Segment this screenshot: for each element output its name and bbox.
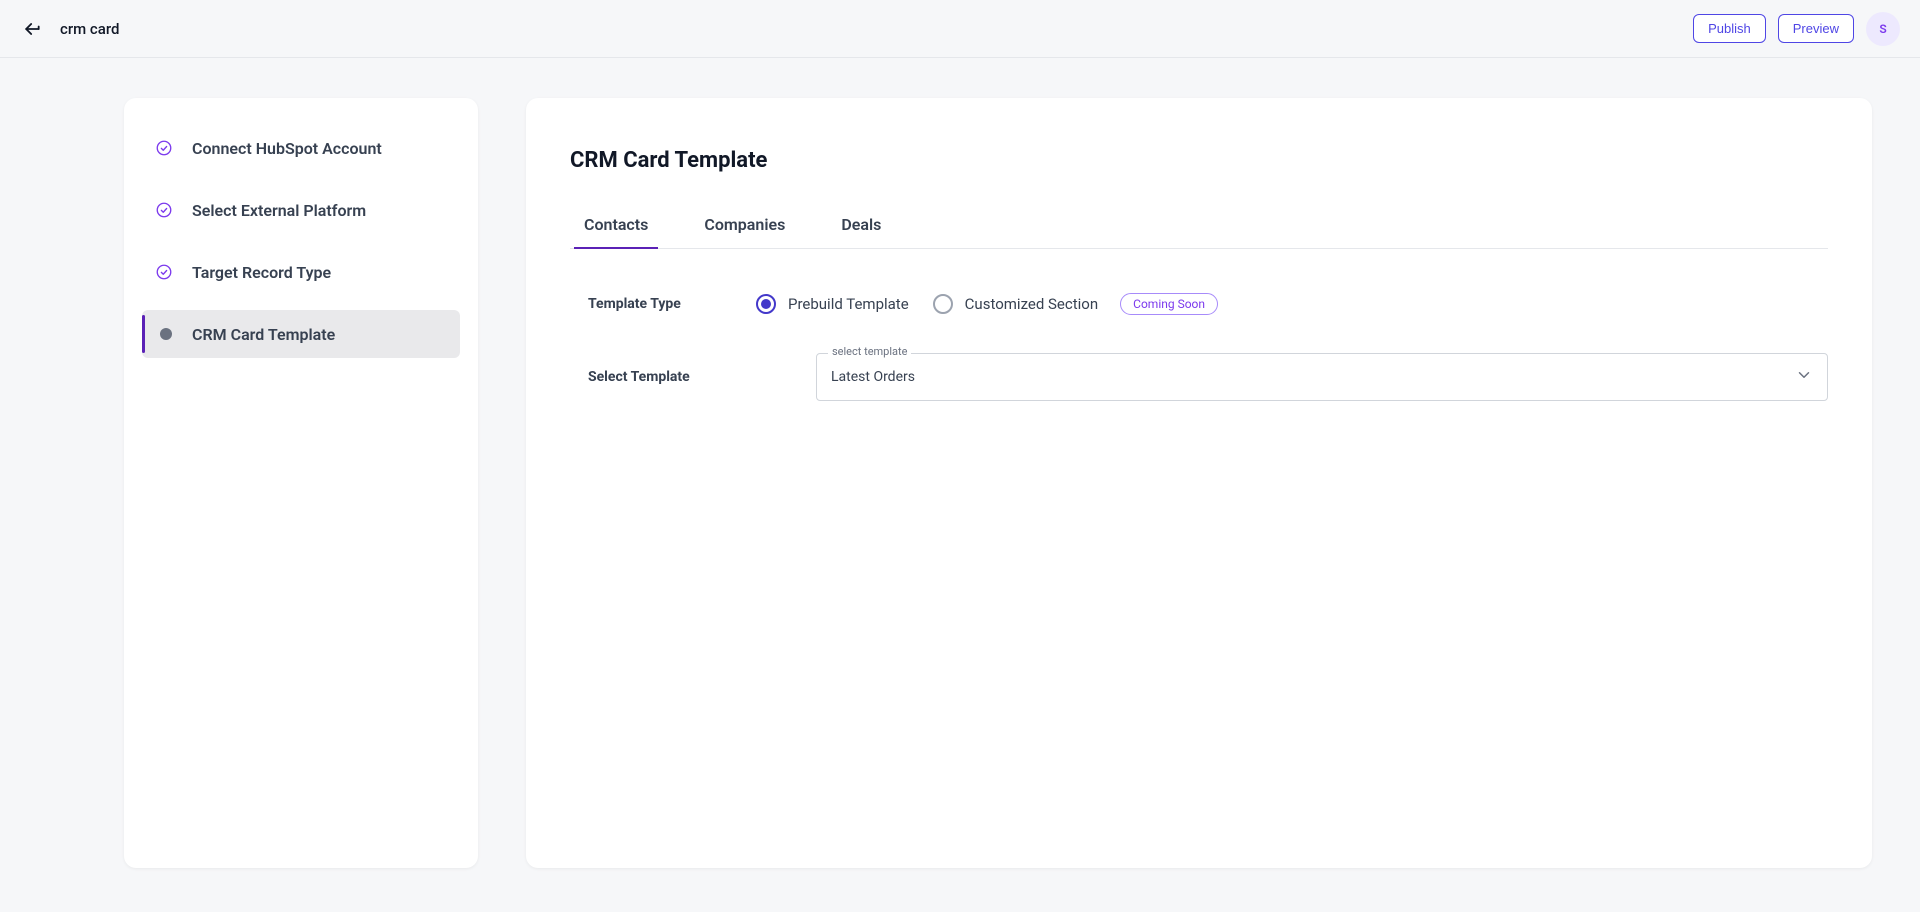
tabs: Contacts Companies Deals (570, 215, 1828, 249)
sidebar-item-label: Select External Platform (192, 201, 366, 220)
coming-soon-badge: Coming Soon (1120, 293, 1218, 315)
radio-customized-section[interactable]: Customized Section Coming Soon (933, 293, 1218, 315)
sidebar-item-label: Target Record Type (192, 263, 331, 282)
panel-title: CRM Card Template (570, 148, 1828, 173)
sidebar-item-target-record-type[interactable]: Target Record Type (142, 248, 460, 296)
template-type-label: Template Type (588, 296, 728, 312)
radio-prebuild-template[interactable]: Prebuild Template (756, 294, 909, 314)
sidebar-item-label: Connect HubSpot Account (192, 139, 382, 158)
template-type-radio-group: Prebuild Template Customized Section Com… (756, 293, 1218, 315)
tab-companies[interactable]: Companies (700, 215, 789, 248)
app-header: crm card Publish Preview S (0, 0, 1920, 58)
select-template-row: Select Template select template Latest O… (570, 353, 1828, 401)
select-template-dropdown[interactable]: Latest Orders (816, 353, 1828, 401)
check-circle-icon (154, 262, 174, 282)
select-template-label: Select Template (588, 369, 728, 385)
select-template-wrapper: select template Latest Orders (816, 353, 1828, 401)
current-step-dot-icon (154, 324, 174, 344)
sidebar-item-label: CRM Card Template (192, 325, 335, 344)
radio-label: Customized Section (965, 295, 1098, 313)
tab-contacts[interactable]: Contacts (580, 215, 652, 248)
sidebar-item-crm-card-template[interactable]: CRM Card Template (142, 310, 460, 358)
template-type-row: Template Type Prebuild Template Customiz… (570, 293, 1828, 315)
radio-label: Prebuild Template (788, 295, 909, 313)
radio-checked-icon (756, 294, 776, 314)
radio-unchecked-icon (933, 294, 953, 314)
back-icon[interactable] (20, 17, 44, 41)
page-title: crm card (60, 20, 119, 38)
main-panel: CRM Card Template Contacts Companies Dea… (526, 98, 1872, 868)
header-left: crm card (20, 17, 119, 41)
content-layout: Connect HubSpot Account Select External … (0, 58, 1920, 868)
check-circle-icon (154, 138, 174, 158)
select-floating-label: select template (828, 345, 911, 358)
sidebar-steps: Connect HubSpot Account Select External … (124, 98, 478, 868)
avatar[interactable]: S (1866, 12, 1900, 46)
header-right: Publish Preview S (1693, 12, 1900, 46)
check-circle-icon (154, 200, 174, 220)
tab-deals[interactable]: Deals (837, 215, 885, 248)
preview-button[interactable]: Preview (1778, 14, 1854, 43)
sidebar-item-external-platform[interactable]: Select External Platform (142, 186, 460, 234)
select-value: Latest Orders (831, 369, 915, 385)
publish-button[interactable]: Publish (1693, 14, 1766, 43)
sidebar-item-connect-hubspot[interactable]: Connect HubSpot Account (142, 124, 460, 172)
chevron-down-icon (1795, 366, 1813, 388)
